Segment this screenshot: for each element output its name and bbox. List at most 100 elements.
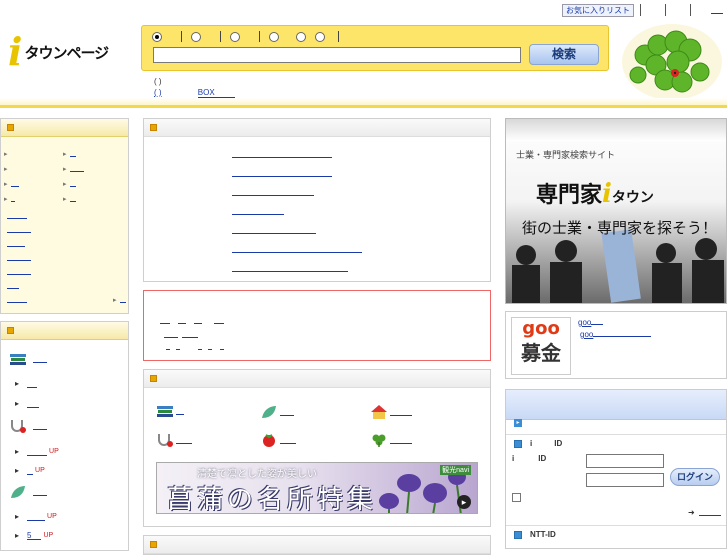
list-item[interactable]: [4, 239, 25, 248]
arrow-icon: ➜: [688, 508, 695, 517]
notice-link[interactable]: [176, 343, 180, 350]
login-button[interactable]: ログイン: [670, 468, 720, 486]
help-link-row[interactable]: ➜: [688, 508, 721, 517]
feature-beauty[interactable]: [260, 404, 294, 420]
ntt-id-section: NTT-ID: [506, 525, 726, 543]
notice-link[interactable]: [208, 343, 212, 350]
category-links-row[interactable]: [232, 246, 362, 253]
radio-option-4[interactable]: [269, 31, 279, 42]
password-input[interactable]: [586, 473, 664, 487]
category-links-row[interactable]: [232, 265, 348, 272]
favorites-link[interactable]: お気に入りリスト: [562, 3, 634, 17]
list-item[interactable]: ▸: [4, 179, 19, 188]
notice-link[interactable]: [178, 317, 186, 324]
sub-item[interactable]: ▸ UP: [15, 466, 45, 475]
remember-checkbox[interactable]: [512, 493, 521, 502]
sub-item[interactable]: ▸ UP: [15, 512, 57, 521]
notice-link[interactable]: [198, 343, 202, 350]
goo-bokin-logo[interactable]: goo 募金: [511, 317, 571, 375]
books-icon: [10, 354, 26, 365]
list-item[interactable]: [4, 281, 19, 290]
feature-panel: 清楚で凛とした姿が美しい 菖蒲の名所特集 観光navi ▸: [143, 369, 491, 527]
feature-food[interactable]: [260, 432, 296, 448]
category-links-row[interactable]: [232, 189, 314, 196]
sub-item[interactable]: ▸: [15, 379, 38, 388]
notice-link[interactable]: [164, 331, 178, 338]
list-item[interactable]: ▸: [63, 149, 76, 158]
search-input[interactable]: [153, 47, 521, 63]
radio-option-1[interactable]: [152, 31, 162, 42]
sub-item[interactable]: ▸ 5 UP: [15, 531, 53, 540]
notice-link[interactable]: [220, 343, 224, 350]
feature-books[interactable]: [156, 404, 184, 418]
list-item[interactable]: ▸: [63, 179, 76, 188]
sub-item[interactable]: ▸: [15, 399, 40, 408]
service-item-books[interactable]: [9, 352, 47, 366]
divider: [665, 4, 666, 16]
category-links-row[interactable]: [232, 151, 332, 158]
leaf-icon: [262, 406, 276, 418]
service-item-medical[interactable]: [9, 418, 47, 434]
divider: [259, 31, 260, 42]
list-item[interactable]: [4, 267, 31, 276]
sub-item[interactable]: ▸ UP: [15, 447, 59, 456]
service-item-beauty[interactable]: [9, 484, 47, 500]
panel-header: [1, 119, 128, 137]
notice-box: [143, 290, 491, 361]
help-link[interactable]: [711, 6, 723, 14]
radio-option-5[interactable]: [296, 31, 306, 42]
panel-header: [144, 370, 490, 388]
top-nav: お気に入りリスト: [562, 3, 727, 17]
header-divider: [0, 98, 727, 108]
notice-link[interactable]: [214, 317, 224, 324]
sub-links: ( ) ( ) BOX: [154, 76, 235, 98]
radio-option-3[interactable]: [230, 31, 240, 42]
logo-text: タウンページ: [24, 43, 109, 62]
list-item[interactable]: [4, 253, 31, 262]
notice-link[interactable]: [194, 317, 202, 324]
feature-house[interactable]: [370, 404, 412, 420]
list-item[interactable]: ▸: [4, 149, 8, 158]
box-link[interactable]: BOX: [197, 88, 235, 98]
notice-link[interactable]: [182, 331, 198, 338]
category-links-row[interactable]: [232, 227, 316, 234]
iris-feature-banner[interactable]: 清楚で凛とした姿が美しい 菖蒲の名所特集 観光navi ▸: [156, 462, 478, 514]
list-item[interactable]: ▸: [4, 164, 8, 173]
panel-header: [1, 322, 128, 340]
up-badge: UP: [47, 513, 57, 520]
list-item[interactable]: [4, 225, 31, 234]
banner-tag: 観光navi: [440, 465, 471, 475]
sublink-text: ( ): [154, 77, 162, 86]
notice-link[interactable]: [160, 317, 170, 324]
list-item[interactable]: ▸: [63, 194, 76, 203]
list-item[interactable]: [4, 211, 27, 220]
site-logo[interactable]: i タウンページ: [8, 30, 136, 74]
search-button[interactable]: 検索: [529, 44, 599, 65]
id-input[interactable]: [586, 454, 664, 468]
goo-link-1[interactable]: goo: [578, 318, 591, 327]
search-panel: 検索: [141, 25, 609, 71]
arrow-right-icon[interactable]: ▸: [457, 495, 471, 509]
banner-subtitle: 清楚で凛とした姿が美しい: [197, 469, 317, 480]
category-links-row[interactable]: [232, 170, 332, 177]
category-links-row[interactable]: [232, 208, 284, 215]
feature-leisure[interactable]: [370, 432, 412, 448]
panel-header: [144, 119, 490, 137]
banner-title: 菖蒲の名所特集: [167, 485, 378, 514]
leaf-icon: [11, 486, 25, 498]
radio-option-2[interactable]: [191, 31, 201, 42]
login-header: [506, 390, 726, 427]
expert-town-ad[interactable]: 士業・専門家検索サイト 専門家iタウン 街の士業・専門家を探そう！: [505, 118, 727, 304]
list-item[interactable]: [4, 295, 27, 304]
goo-link-2[interactable]: goo: [580, 330, 593, 339]
list-item[interactable]: ▸: [63, 164, 84, 173]
radio-option-6[interactable]: [315, 31, 325, 42]
up-badge: UP: [35, 467, 45, 474]
list-item[interactable]: ▸: [4, 194, 15, 203]
feature-medical[interactable]: [156, 432, 192, 448]
ad-slogan: 街の士業・専門家を探そう！: [522, 219, 718, 237]
goo-bokin-box: goo 募金 goo goo: [505, 311, 727, 379]
list-item[interactable]: ▸: [113, 295, 126, 304]
sublink[interactable]: ( ): [154, 88, 162, 97]
notice-link[interactable]: [166, 343, 170, 350]
